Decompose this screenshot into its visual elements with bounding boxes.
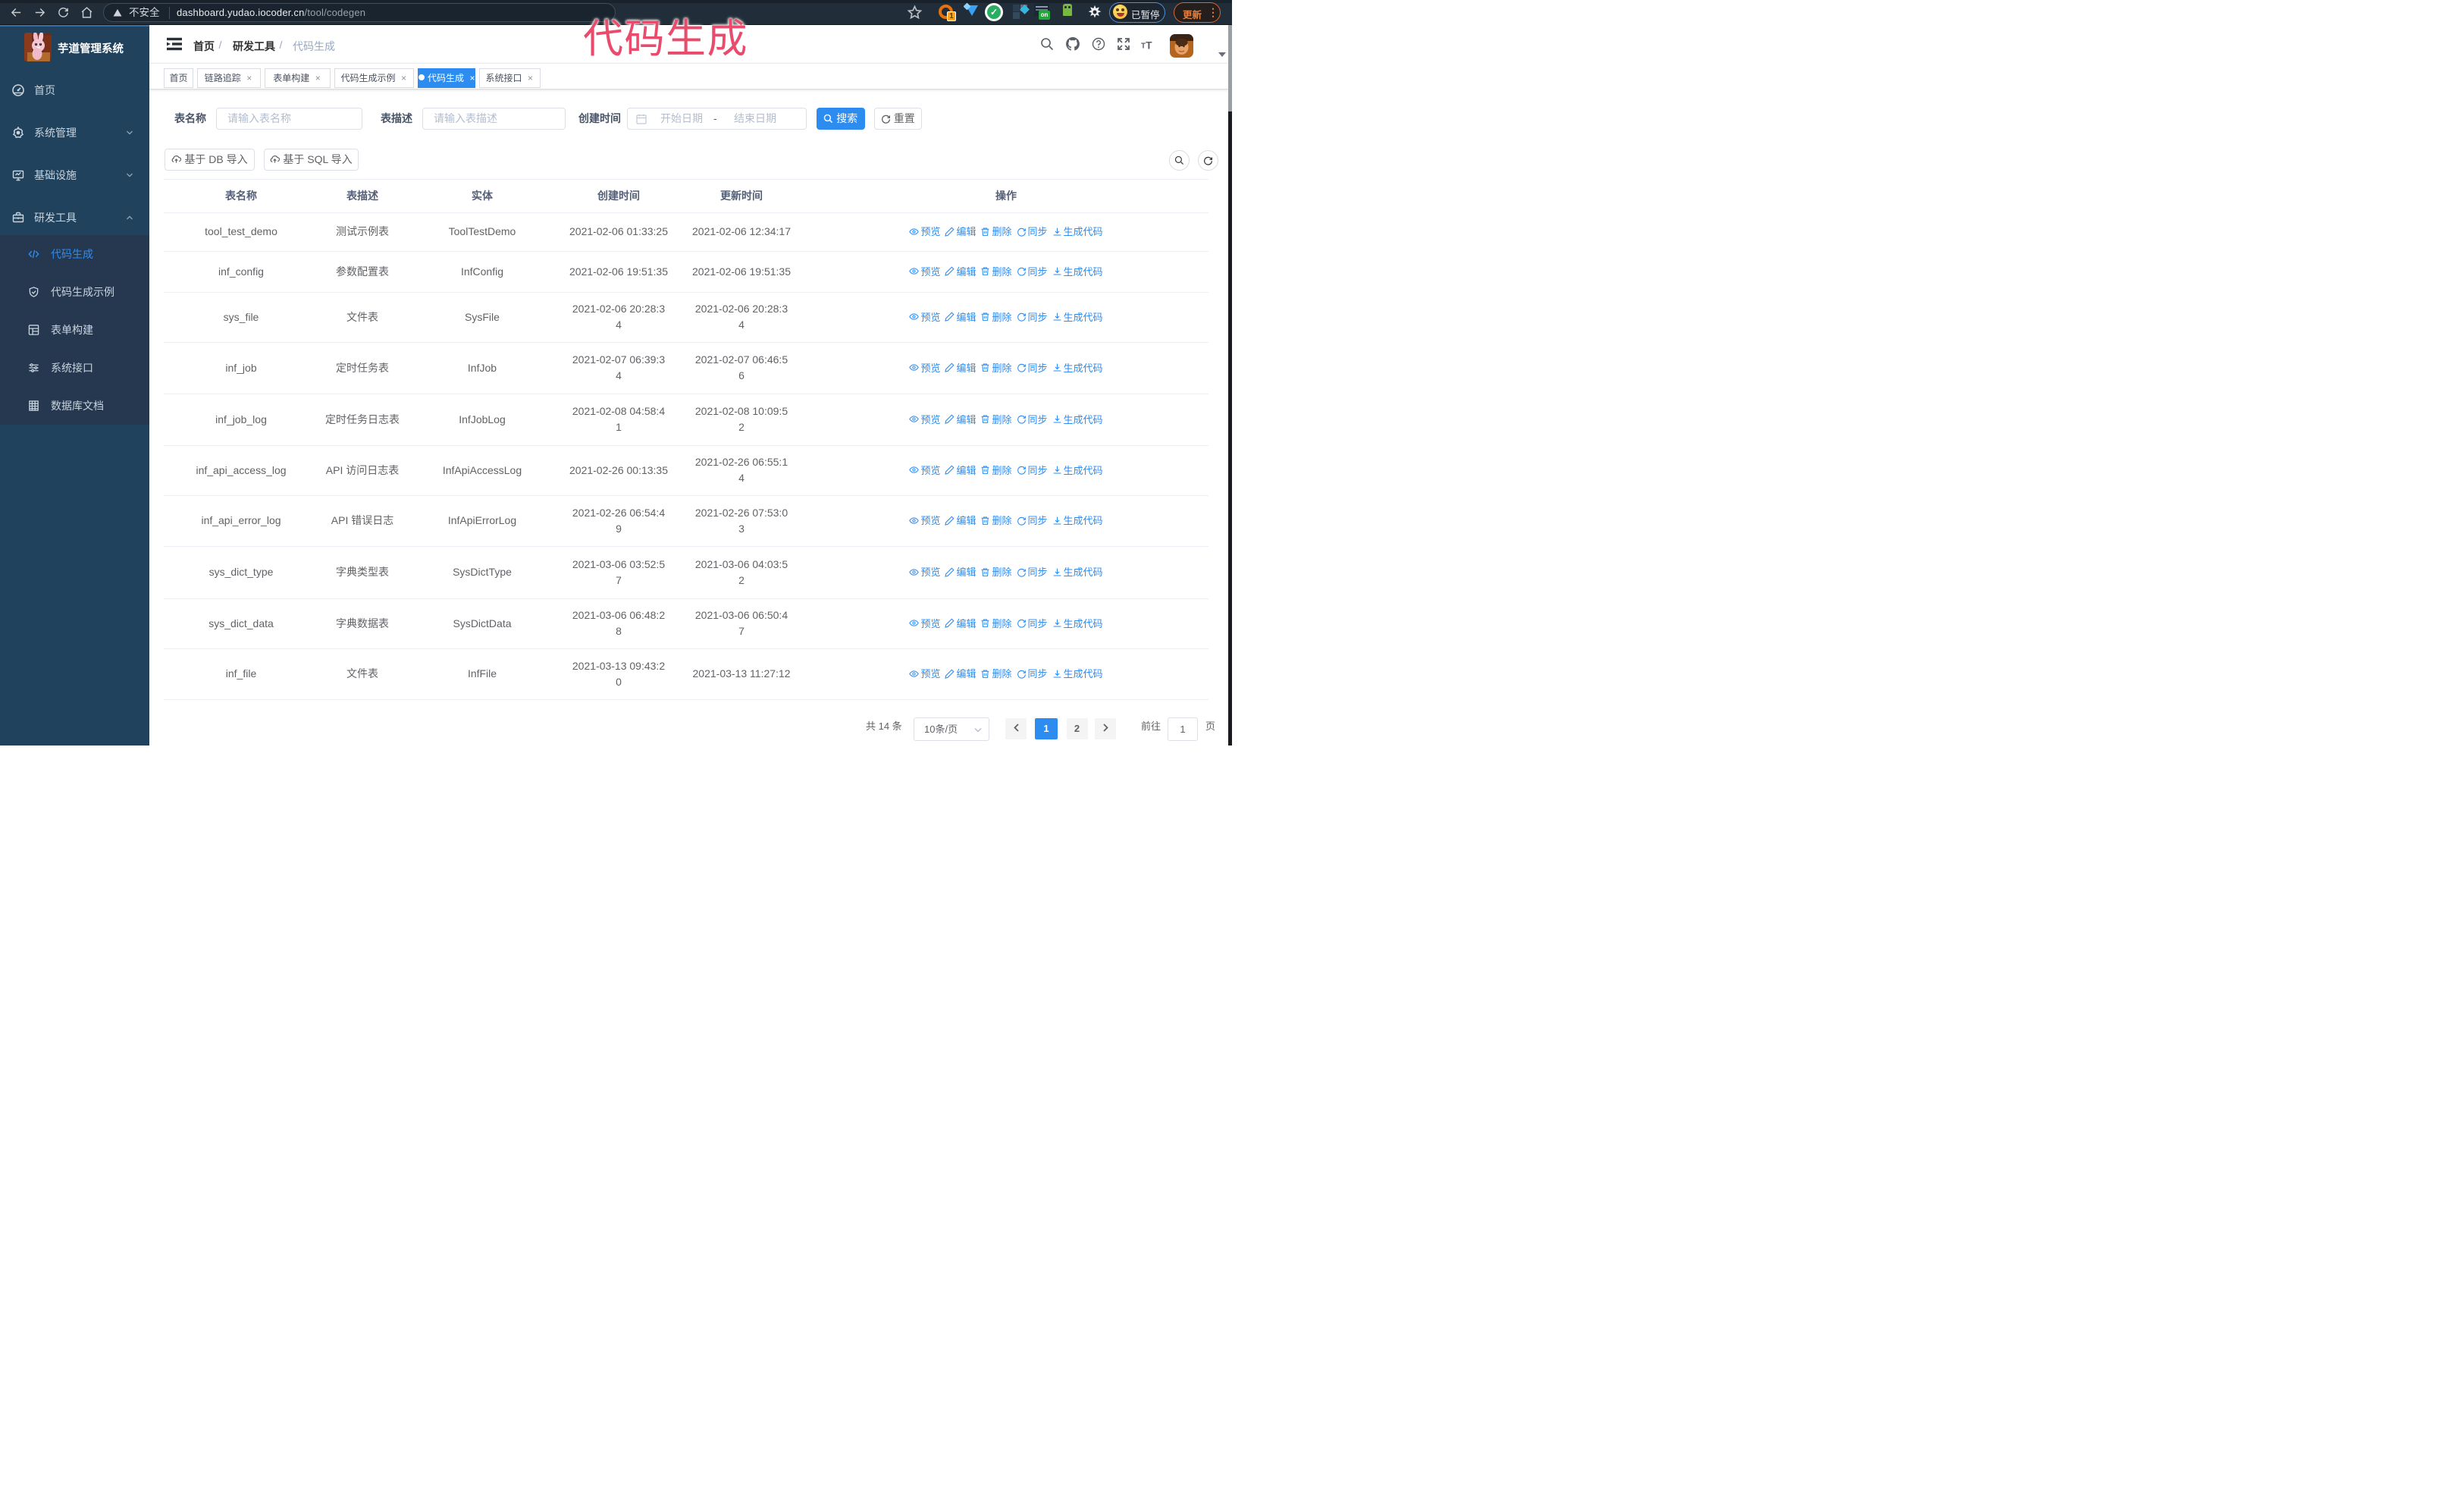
svg-text:T: T [1146, 39, 1152, 51]
svg-text:T: T [1141, 42, 1146, 51]
